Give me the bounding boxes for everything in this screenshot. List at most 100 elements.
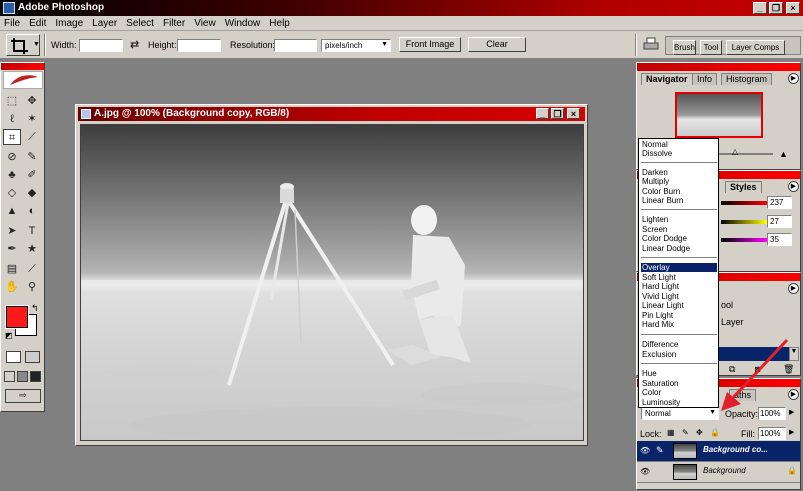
menu-help[interactable]: Help: [265, 16, 295, 29]
foreground-color-swatch[interactable]: [5, 305, 29, 329]
height-field[interactable]: [177, 39, 221, 52]
shape-tool-icon[interactable]: ★: [23, 241, 41, 257]
lock-all-icon[interactable]: 🔒: [710, 428, 720, 437]
visibility-eye-icon[interactable]: 👁: [640, 467, 652, 477]
blend-color[interactable]: Color: [641, 388, 717, 397]
tab-navigator[interactable]: Navigator: [641, 73, 693, 85]
swap-icon[interactable]: ⇄: [130, 38, 139, 51]
width-field[interactable]: [79, 39, 123, 52]
blend-multiply[interactable]: Multiply: [641, 177, 717, 186]
front-image-button[interactable]: Front Image: [399, 37, 461, 52]
menu-window[interactable]: Window: [221, 16, 266, 29]
lock-transparency-icon[interactable]: ▦: [667, 428, 675, 437]
menu-select[interactable]: Select: [122, 16, 159, 29]
blue-value-field[interactable]: 35: [767, 233, 792, 246]
blend-normal[interactable]: Normal: [641, 140, 717, 149]
blend-saturation[interactable]: Saturation: [641, 379, 717, 388]
document-canvas[interactable]: [80, 124, 584, 441]
blend-color-dodge[interactable]: Color Dodge: [641, 234, 717, 243]
restore-button[interactable]: ❐: [769, 2, 783, 14]
close-button[interactable]: ×: [786, 2, 800, 14]
blend-exclusion[interactable]: Exclusion: [641, 350, 717, 359]
fill-slider-arrow[interactable]: ▶: [789, 428, 794, 436]
history-item-tool[interactable]: ool: [721, 300, 733, 310]
jump-to-imageready-icon[interactable]: ⇨: [5, 389, 41, 403]
clear-button[interactable]: Clear: [468, 37, 526, 52]
eraser-tool-icon[interactable]: ◇: [3, 185, 21, 201]
brush-link-icon[interactable]: ✎: [656, 445, 664, 456]
move-tool-icon[interactable]: ✥: [23, 93, 41, 109]
path-selection-tool-icon[interactable]: ➤: [3, 223, 21, 239]
lasso-tool-icon[interactable]: ℓ: [3, 111, 21, 127]
blend-pin-light[interactable]: Pin Light: [641, 311, 717, 320]
lock-image-icon[interactable]: ✎: [682, 428, 689, 437]
menu-file[interactable]: File: [0, 16, 25, 29]
blend-overlay[interactable]: Overlay: [641, 263, 717, 272]
zoom-slider-thumb[interactable]: △: [732, 147, 738, 156]
pen-tool-icon[interactable]: ✒: [3, 241, 21, 257]
green-slider[interactable]: [721, 220, 767, 224]
resolution-field[interactable]: [274, 39, 317, 52]
quick-mask-button[interactable]: [25, 351, 40, 363]
blend-mode-select[interactable]: Normal ▼: [641, 407, 719, 420]
clone-stamp-tool-icon[interactable]: ♣: [3, 167, 21, 183]
fill-field[interactable]: 100%: [758, 427, 786, 440]
visibility-eye-icon[interactable]: 👁: [640, 446, 652, 456]
palette-well-layer-comps-tab[interactable]: Layer Comps: [726, 40, 785, 55]
brush-tool-icon[interactable]: ✎: [23, 149, 41, 165]
history-item-layer[interactable]: Layer: [721, 317, 744, 327]
resolution-unit-select[interactable]: pixels/inch ▼: [321, 39, 391, 52]
layer-row-background[interactable]: 👁 Background 🔒: [637, 462, 800, 483]
green-value-field[interactable]: 27: [767, 215, 792, 228]
blend-screen[interactable]: Screen: [641, 225, 717, 234]
red-slider[interactable]: [721, 201, 767, 205]
default-colors-icon[interactable]: ◩: [5, 331, 13, 340]
blend-mode-dropdown[interactable]: Normal Dissolve Darken Multiply Color Bu…: [638, 138, 719, 408]
blend-linear-light[interactable]: Linear Light: [641, 301, 717, 310]
red-value-field[interactable]: 237: [767, 196, 792, 209]
history-menu-icon[interactable]: ▶: [788, 283, 799, 294]
tab-styles[interactable]: Styles: [725, 181, 762, 193]
printer-icon[interactable]: [643, 37, 659, 51]
marquee-tool-icon[interactable]: ⬚: [3, 93, 21, 109]
blend-dissolve[interactable]: Dissolve: [641, 149, 717, 158]
tool-preset-picker[interactable]: ▼: [6, 34, 40, 56]
paint-bucket-tool-icon[interactable]: ◆: [23, 185, 41, 201]
slice-tool-icon[interactable]: ⟋: [23, 129, 41, 145]
dodge-tool-icon[interactable]: ◐: [23, 203, 41, 219]
eyedropper-tool-icon[interactable]: ⟋: [23, 261, 41, 277]
palette-well-brush-tab[interactable]: Brush: [673, 40, 696, 55]
layer-row-background-copy[interactable]: 👁 ✎ Background co...: [637, 441, 800, 462]
blend-color-burn[interactable]: Color Burn: [641, 187, 717, 196]
blend-lighten[interactable]: Lighten: [641, 215, 717, 224]
blend-soft-light[interactable]: Soft Light: [641, 273, 717, 282]
history-brush-tool-icon[interactable]: ✐: [23, 167, 41, 183]
blend-darken[interactable]: Darken: [641, 168, 717, 177]
palette-well-tool-tab[interactable]: Tool: [700, 40, 722, 55]
doc-minimize-button[interactable]: _: [536, 108, 549, 119]
hand-tool-icon[interactable]: ✋: [3, 279, 21, 295]
screen-mode-standard-icon[interactable]: [4, 371, 15, 382]
doc-restore-button[interactable]: ❐: [551, 108, 564, 119]
zoom-tool-icon[interactable]: ⚲: [23, 279, 41, 295]
navigator-thumbnail[interactable]: [675, 92, 763, 138]
menu-view[interactable]: View: [190, 16, 221, 29]
blend-linear-burn[interactable]: Linear Burn: [641, 196, 717, 205]
healing-brush-tool-icon[interactable]: ⊘: [3, 149, 21, 165]
crop-tool-icon[interactable]: ⌗: [3, 129, 21, 145]
screen-mode-full-icon[interactable]: [30, 371, 41, 382]
lock-position-icon[interactable]: ✥: [696, 428, 703, 437]
menu-filter[interactable]: Filter: [159, 16, 190, 29]
menu-image[interactable]: Image: [51, 16, 88, 29]
minimize-button[interactable]: _: [753, 2, 767, 14]
menu-edit[interactable]: Edit: [25, 16, 51, 29]
navigator-menu-icon[interactable]: ▶: [788, 73, 799, 84]
swap-colors-icon[interactable]: ↰: [31, 303, 39, 314]
color-menu-icon[interactable]: ▶: [788, 181, 799, 192]
tab-info[interactable]: Info: [692, 73, 718, 85]
adobe-online-logo[interactable]: [3, 71, 43, 89]
blend-difference[interactable]: Difference: [641, 340, 717, 349]
blur-tool-icon[interactable]: ▲: [3, 203, 21, 219]
type-tool-icon[interactable]: T: [23, 223, 41, 239]
notes-tool-icon[interactable]: ▤: [3, 261, 21, 277]
